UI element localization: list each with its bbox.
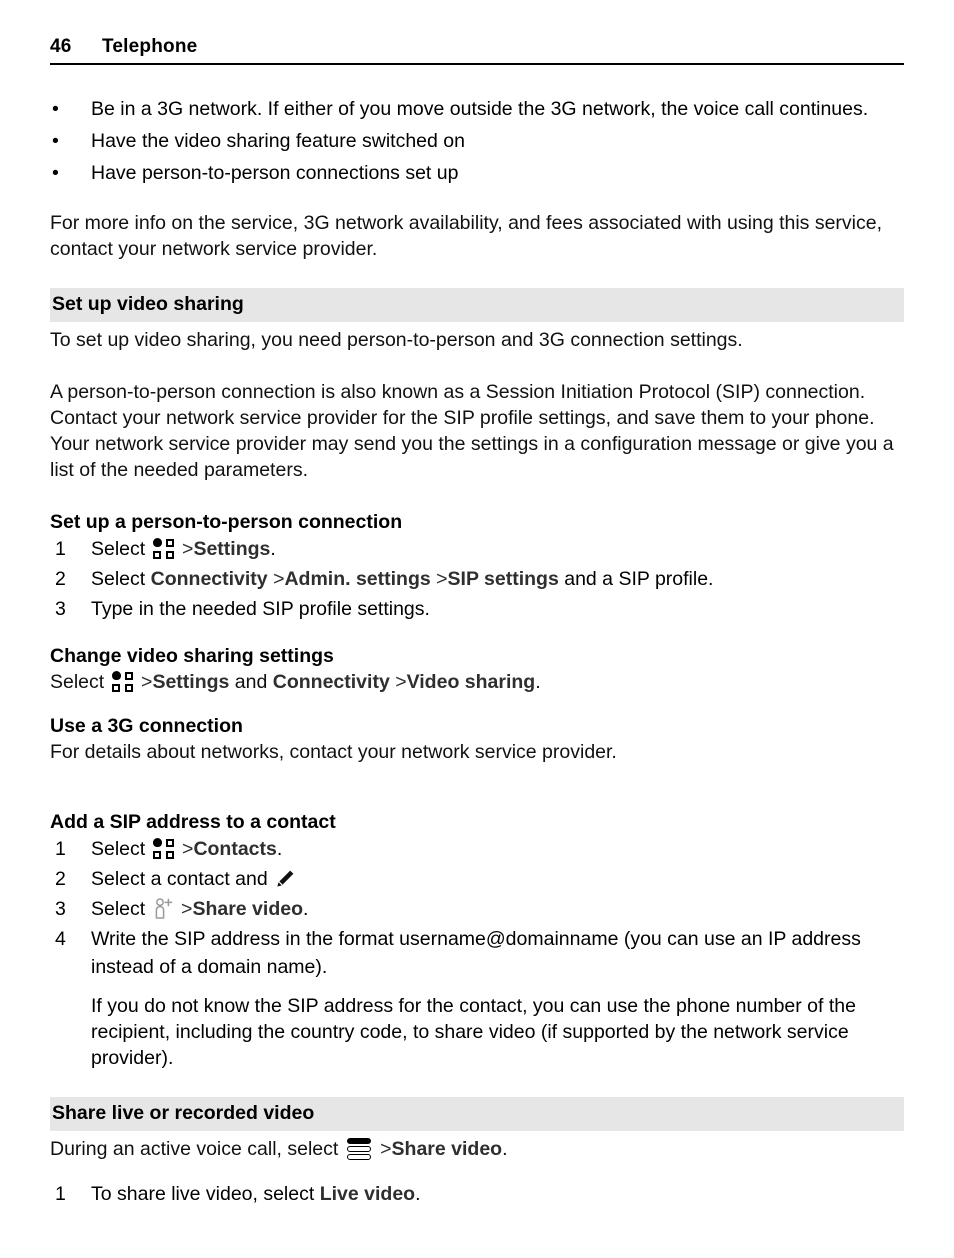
list-item: • Be in a 3G network. If either of you m… [50,96,908,122]
menu-target-admin-settings: Admin. settings [284,568,431,590]
step-trailing: . [270,538,276,560]
menu-grid-icon [152,538,174,559]
menu-target-settings: Settings [152,671,230,693]
change-settings-line: Select >Settings and Connectivity >Video… [50,669,908,695]
sub-heading-use-3g-connection: Use a 3G connection [50,715,243,737]
step-row: 1 To share live video, select Live video… [50,1180,908,1208]
header-row: 46 Telephone [50,36,904,58]
step-note: If you do not know the SIP address for t… [91,995,856,1069]
step-row: 4 Write the SIP address in the format us… [50,925,908,981]
menu-target-share-video: Share video [391,1138,503,1160]
step-text: Write the SIP address in the format user… [91,928,861,978]
step-row: 2 Select a contact and [50,865,908,893]
chapter-title: Telephone [102,36,198,57]
menu-target-settings: Settings [193,538,271,560]
conjunction: and [234,671,268,693]
pencil-edit-icon [275,869,295,889]
step-sentence: Select a contact and [91,868,268,890]
breadcrumb-separator: > [273,568,285,590]
step-text: Select >Settings. [91,535,908,563]
step-row: 3 Type in the needed SIP profile setting… [50,595,908,623]
step-row: 2 Select Connectivity >Admin. settings >… [50,565,908,593]
sub-heading-person-to-person: Set up a person-to-person connection [50,511,403,533]
bullet-text: Have the video sharing feature switched … [91,130,465,152]
page-number: 46 [50,36,72,57]
add-contact-icon [153,898,173,919]
step-trailing: and a SIP profile. [564,568,714,590]
lead-prefix: During an active voice call, select [50,1138,339,1160]
select-label: Select [91,898,146,920]
step-text: Type in the needed SIP profile settings. [91,598,430,620]
step-text: Select >Contacts. [91,835,908,863]
menu-target-video-sharing: Video sharing [406,671,536,693]
step-text: To share live video, select Live video. [91,1180,908,1208]
select-label: Select [91,838,146,860]
requirements-bullet-list: • Be in a 3G network. If either of you m… [50,96,908,186]
menu-target-connectivity: Connectivity [272,671,390,693]
step-text: Select Connectivity >Admin. settings >SI… [91,565,908,593]
step-trailing: . [535,671,541,693]
share-video-lead-line: During an active voice call, select >Sha… [50,1136,908,1162]
step-row: 1 Select >Contacts. [50,835,908,863]
step-row: 1 Select >Settings. [50,535,908,563]
bullet-marker: • [52,98,59,120]
section-heading-set-up-video-sharing: Set up video sharing [50,288,904,322]
menu-target-sip-settings: SIP settings [447,568,559,590]
step-trailing: . [415,1183,421,1205]
step-number: 3 [55,898,66,920]
page-content: • Be in a 3G network. If either of you m… [50,96,908,1210]
menu-target-contacts: Contacts [193,838,277,860]
bullet-marker: • [52,162,59,184]
breadcrumb-separator: > [141,671,153,693]
step-prefix: To share live video, select [91,1183,315,1205]
step-trailing: . [502,1138,508,1160]
page-header: 46 Telephone [50,36,904,65]
intro-paragraph: For more info on the service, 3G network… [50,212,883,260]
step-number: 1 [55,1183,66,1205]
bullet-text: Have person-to-person connections set up [91,162,459,184]
options-menu-icon [346,1138,371,1160]
sub-heading-change-video-sharing: Change video sharing settings [50,645,334,667]
setup-paragraph-2: A person-to-person connection is also kn… [50,381,894,481]
document-page: 46 Telephone • Be in a 3G network. If ei… [0,0,954,1258]
breadcrumb-separator: > [182,838,194,860]
step-text: Select >Share video. [91,895,908,923]
section-heading-share-live-or-recorded-video: Share live or recorded video [50,1097,904,1131]
breadcrumb-separator: > [380,1138,392,1160]
list-item: • Have person-to-person connections set … [50,160,908,186]
step-row: 3 Select >Share video. [50,895,908,923]
menu-grid-icon [111,671,133,692]
list-item: • Have the video sharing feature switche… [50,128,908,154]
step-number: 1 [55,538,66,560]
step-number: 2 [55,568,66,590]
sub-heading-add-sip-address: Add a SIP address to a contact [50,811,336,833]
setup-paragraph-1: To set up video sharing, you need person… [50,329,743,351]
select-label: Select [91,538,146,560]
step-number: 2 [55,868,66,890]
breadcrumb-separator: > [181,898,193,920]
menu-target-connectivity: Connectivity [150,568,268,590]
bullet-marker: • [52,130,59,152]
menu-grid-icon [152,838,174,859]
breadcrumb-separator: > [395,671,407,693]
use-3g-paragraph: For details about networks, contact your… [50,741,617,763]
header-rule [50,63,904,65]
menu-target-live-video: Live video [319,1183,416,1205]
bullet-text: Be in a 3G network. If either of you mov… [91,98,869,120]
step-number: 3 [55,598,66,620]
select-label: Select [50,671,105,693]
step-trailing: . [276,838,283,860]
step-text: Select a contact and [91,865,908,893]
breadcrumb-separator: > [182,538,194,560]
select-label: Select [91,568,146,590]
step-number: 1 [55,838,66,860]
breadcrumb-separator: > [436,568,448,590]
step-trailing: . [302,898,309,920]
step-number: 4 [55,928,66,950]
menu-target-share-video: Share video [192,898,303,920]
